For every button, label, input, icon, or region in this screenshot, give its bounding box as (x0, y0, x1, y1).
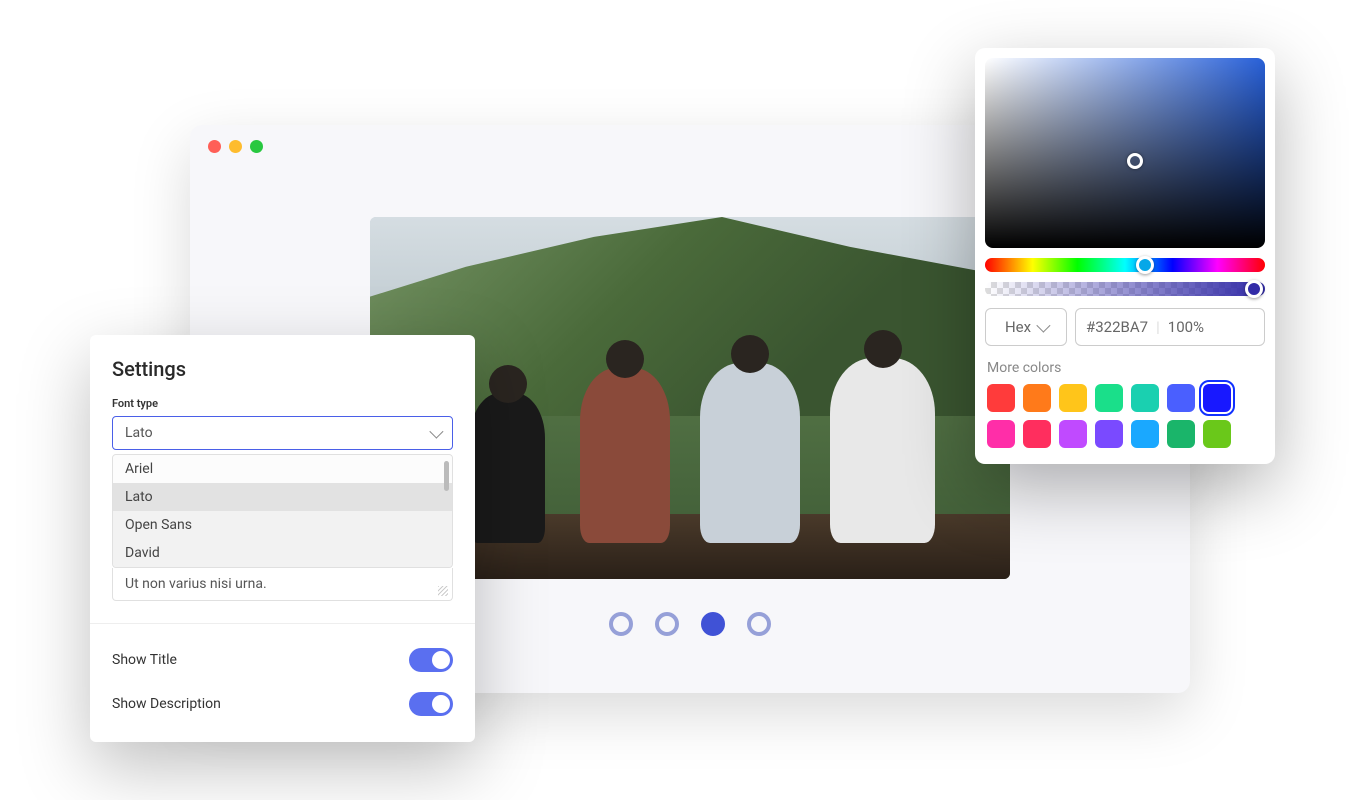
swatch-blue[interactable] (1203, 384, 1231, 412)
description-textarea[interactable]: Ut non varius nisi urna. (112, 568, 453, 601)
font-option-lato[interactable]: Lato (113, 483, 452, 511)
dropdown-scrollbar[interactable] (444, 461, 449, 491)
swatch-teal[interactable] (1131, 384, 1159, 412)
hero-person-4 (830, 358, 935, 543)
color-format-value: Hex (1005, 318, 1031, 336)
swatch-yellow[interactable] (1059, 384, 1087, 412)
description-value: Ut non varius nisi urna. (125, 576, 267, 592)
carousel-dot-2[interactable] (655, 612, 679, 636)
chevron-down-icon (1036, 319, 1050, 333)
show-description-row: Show Description (112, 682, 453, 726)
settings-title: Settings (112, 357, 453, 381)
show-title-row: Show Title (112, 638, 453, 682)
hero-person-2 (580, 368, 670, 543)
color-inputs-row: Hex #322BA7 | 100% (985, 308, 1265, 346)
carousel-dot-4[interactable] (747, 612, 771, 636)
font-option-david[interactable]: David (113, 539, 452, 567)
show-title-toggle[interactable] (409, 648, 453, 672)
hero-person-1 (470, 393, 545, 543)
carousel-dot-1[interactable] (609, 612, 633, 636)
input-separator: | (1156, 318, 1160, 336)
font-type-label: Font type (112, 397, 453, 410)
swatch-emerald[interactable] (1167, 420, 1195, 448)
opacity-slider[interactable] (985, 282, 1265, 296)
swatch-violet[interactable] (1095, 420, 1123, 448)
color-format-select[interactable]: Hex (985, 308, 1067, 346)
show-description-label: Show Description (112, 696, 221, 712)
more-colors-label: More colors (987, 360, 1263, 376)
font-option-open-sans[interactable]: Open Sans (113, 511, 452, 539)
window-minimize-button[interactable] (229, 140, 242, 153)
settings-panel: Settings Font type Lato Ariel Lato Open … (90, 335, 475, 742)
font-option-ariel[interactable]: Ariel (113, 455, 452, 483)
font-type-select[interactable]: Lato (112, 416, 453, 450)
hue-slider[interactable] (985, 258, 1265, 272)
show-description-toggle[interactable] (409, 692, 453, 716)
color-swatches (985, 384, 1265, 454)
settings-divider (90, 623, 475, 624)
color-gradient-cursor[interactable] (1127, 153, 1143, 169)
swatch-purple[interactable] (1059, 420, 1087, 448)
carousel-dot-3[interactable] (701, 612, 725, 636)
color-opacity-value: 100% (1168, 318, 1204, 336)
show-title-label: Show Title (112, 652, 177, 668)
color-gradient-area[interactable] (985, 58, 1265, 248)
color-hex-value: #322BA7 (1086, 318, 1148, 336)
swatch-green[interactable] (1095, 384, 1123, 412)
carousel-pagination (609, 612, 771, 636)
hero-person-3 (700, 363, 800, 543)
swatch-lime[interactable] (1203, 420, 1231, 448)
window-close-button[interactable] (208, 140, 221, 153)
font-type-dropdown: Ariel Lato Open Sans David (112, 454, 453, 568)
hue-slider-thumb[interactable] (1136, 256, 1154, 274)
font-type-selected-value: Lato (125, 425, 153, 441)
resize-handle-icon[interactable] (438, 586, 448, 596)
color-hex-input[interactable]: #322BA7 | 100% (1075, 308, 1265, 346)
swatch-pink[interactable] (987, 420, 1015, 448)
swatch-rose[interactable] (1023, 420, 1051, 448)
opacity-slider-thumb[interactable] (1245, 280, 1263, 298)
swatch-red[interactable] (987, 384, 1015, 412)
color-picker-panel: Hex #322BA7 | 100% More colors (975, 48, 1275, 464)
swatch-indigo[interactable] (1167, 384, 1195, 412)
chevron-down-icon (429, 425, 443, 439)
swatch-orange[interactable] (1023, 384, 1051, 412)
swatch-sky[interactable] (1131, 420, 1159, 448)
window-maximize-button[interactable] (250, 140, 263, 153)
